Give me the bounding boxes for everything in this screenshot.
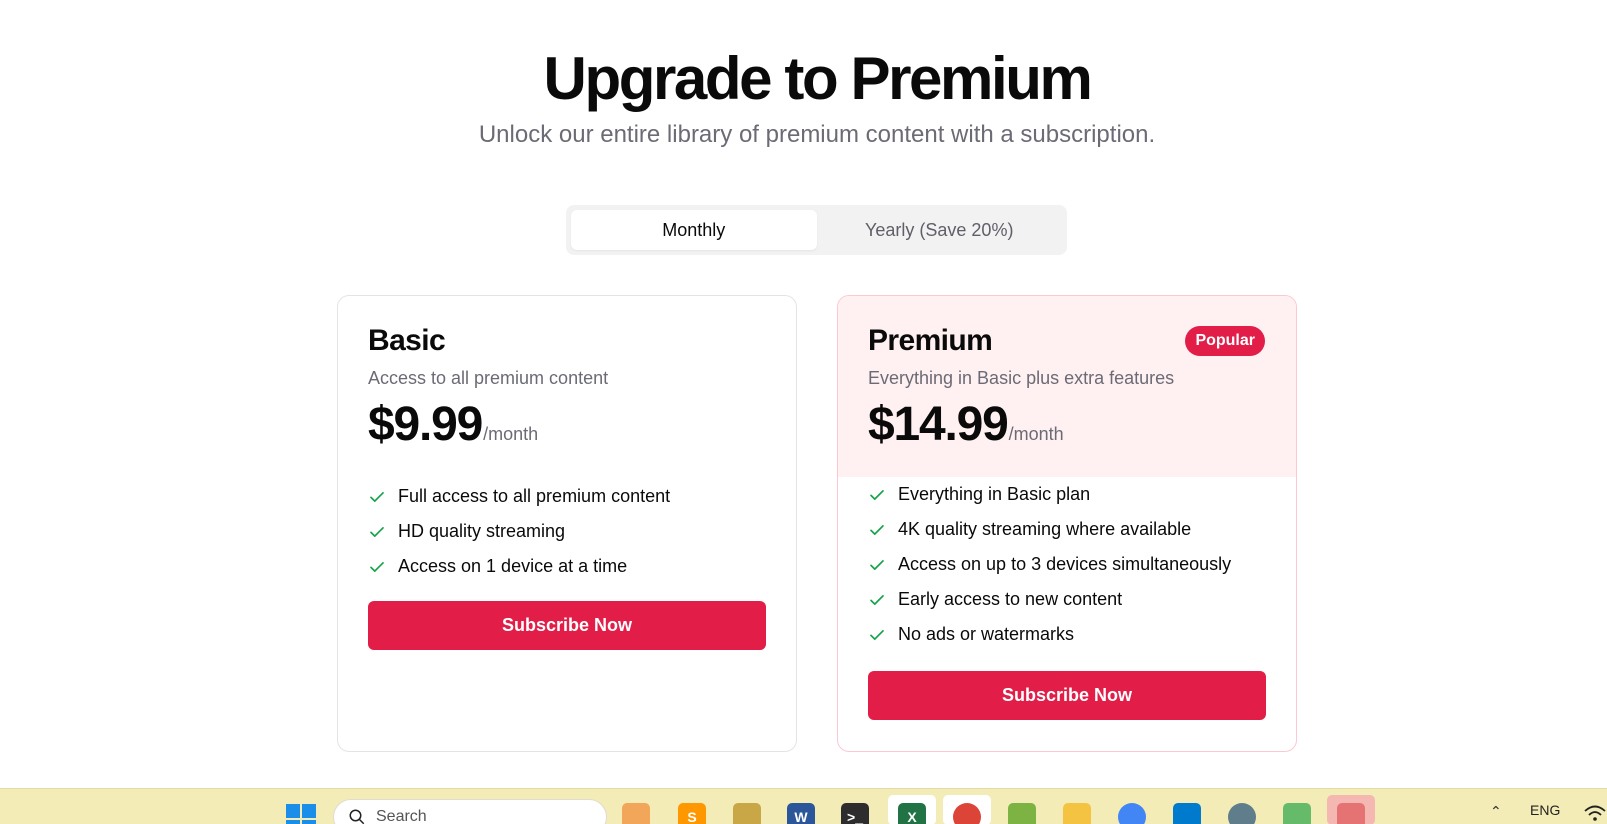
feature-text: Access on up to 3 devices simultaneously: [898, 554, 1232, 574]
notepad-plus-icon[interactable]: [1008, 803, 1036, 824]
feature-text: 4K quality streaming where available: [898, 519, 1192, 539]
feature-text: No ads or watermarks: [898, 624, 1075, 644]
settings-icon[interactable]: [1228, 803, 1256, 824]
subscribe-premium-button[interactable]: Subscribe Now: [868, 671, 1266, 720]
search-icon: [349, 809, 365, 824]
feature-item: Early access to new content: [868, 582, 1266, 617]
toggle-monthly[interactable]: Monthly: [571, 210, 817, 250]
plan-card-basic: Basic Access to all premium content $9.9…: [337, 295, 797, 752]
wifi-icon[interactable]: [1583, 803, 1607, 823]
pricing-page: Upgrade to Premium Unlock our entire lib…: [0, 0, 1607, 824]
check-icon: [870, 629, 884, 640]
taskbar-search[interactable]: Search: [333, 799, 607, 824]
search-placeholder: Search: [376, 808, 427, 824]
language-indicator[interactable]: ENG: [1530, 802, 1560, 818]
price-row: $14.99 /month: [868, 397, 1266, 452]
plan-header: Premium Everything in Basic plus extra f…: [838, 296, 1296, 477]
feature-list: Full access to all premium content HD qu…: [338, 479, 796, 584]
feature-text: Early access to new content: [898, 589, 1123, 609]
feature-text: Access on 1 device at a time: [398, 556, 628, 576]
plan-header: Basic Access to all premium content $9.9…: [338, 296, 796, 452]
popular-badge: Popular: [1185, 326, 1265, 356]
taskbar: Search S W >_ X ⌃ ENG: [0, 788, 1607, 824]
sublime-text-icon[interactable]: S: [678, 803, 706, 824]
feature-text: Full access to all premium content: [398, 486, 671, 506]
check-icon: [870, 559, 884, 570]
page-subtitle: Unlock our entire library of premium con…: [478, 121, 1156, 148]
copilot-icon[interactable]: [622, 803, 650, 824]
feature-text: Everything in Basic plan: [898, 484, 1091, 504]
toggle-yearly[interactable]: Yearly (Save 20%): [817, 210, 1063, 250]
word-icon[interactable]: W: [787, 803, 815, 824]
app-icon[interactable]: [1337, 803, 1365, 824]
plan-description: Everything in Basic plus extra features: [868, 368, 1175, 388]
feature-item: No ads or watermarks: [868, 617, 1266, 652]
paint-icon[interactable]: [733, 803, 761, 824]
file-explorer-icon[interactable]: [1063, 803, 1091, 824]
plan-period: /month: [1008, 424, 1064, 444]
price-row: $9.99 /month: [368, 397, 766, 452]
chrome-icon[interactable]: [953, 803, 981, 824]
feature-text: HD quality streaming: [398, 521, 566, 541]
check-icon: [370, 491, 384, 502]
plan-period: /month: [483, 424, 539, 444]
feature-item: Access on up to 3 devices simultaneously: [868, 547, 1266, 582]
chevron-up-icon[interactable]: ⌃: [1490, 803, 1502, 820]
plan-price: $9.99: [368, 398, 483, 451]
start-icon[interactable]: [286, 804, 316, 824]
excel-icon[interactable]: X: [898, 803, 926, 824]
check-icon: [370, 526, 384, 537]
plan-description: Access to all premium content: [368, 368, 609, 388]
vscode-icon[interactable]: [1173, 803, 1201, 824]
billing-period-toggle: Monthly Yearly (Save 20%): [566, 205, 1067, 255]
check-icon: [870, 594, 884, 605]
check-icon: [870, 489, 884, 500]
feature-list: Everything in Basic plan 4K quality stre…: [838, 477, 1296, 652]
plan-price: $14.99: [868, 398, 1009, 451]
subscribe-basic-button[interactable]: Subscribe Now: [368, 601, 766, 650]
tools-icon[interactable]: [1283, 803, 1311, 824]
feature-item: Access on 1 device at a time: [368, 549, 766, 584]
check-icon: [870, 524, 884, 535]
plan-card-premium: Premium Everything in Basic plus extra f…: [837, 295, 1297, 752]
feature-item: HD quality streaming: [368, 514, 766, 549]
feature-item: Full access to all premium content: [368, 479, 766, 514]
feature-item: Everything in Basic plan: [868, 477, 1266, 512]
terminal-icon[interactable]: >_: [841, 803, 869, 824]
feature-item: 4K quality streaming where available: [868, 512, 1266, 547]
check-icon: [370, 561, 384, 572]
plan-name: Basic: [368, 324, 446, 357]
chrome-profile-icon[interactable]: [1118, 803, 1146, 824]
page-title: Upgrade to Premium: [543, 45, 1093, 112]
